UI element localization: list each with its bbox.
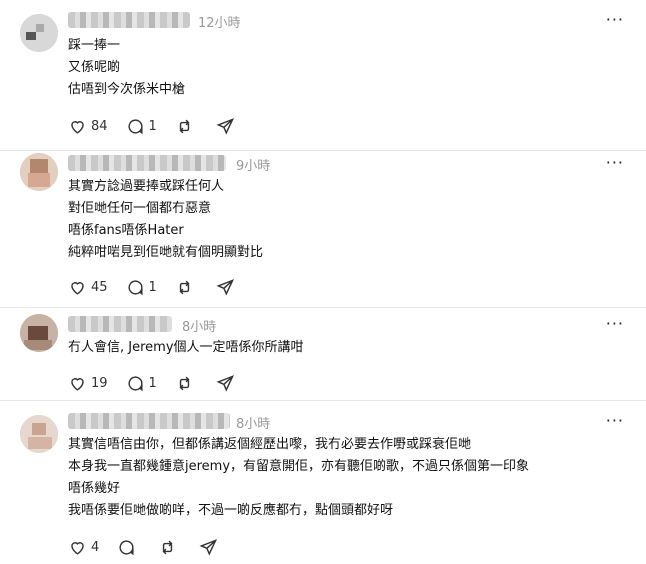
post-text-line: 對佢哋任何一個都冇惡意 [68,201,212,216]
heart-icon [71,377,84,391]
post-text-line: 估唔到今次係米中槍 [68,82,186,97]
reply-button[interactable]: 1 [126,117,157,136]
comment-icon [128,279,143,295]
post-actions: 19 1 [68,372,257,394]
post-text-line: 本身我一直都幾鍾意jeremy，有留意開佢，亦有聽佢啲歌，不過只係個第一印象 [68,459,530,474]
repost-icon [179,280,190,294]
username-redacted[interactable] [68,155,226,171]
like-count: 45 [91,279,108,295]
more-icon[interactable]: ··· [606,10,624,29]
post-actions: 45 1 [68,276,257,298]
post-text-line: 唔係幾好 [68,481,121,496]
post-2: 9小時 ··· 其實方諗過要捧或踩任何人 對佢哋任何一個都冇惡意 唔係fans唔… [0,151,646,307]
post-text-line: 唔係fans唔係Hater [68,223,184,238]
avatar[interactable] [20,153,58,191]
repost-button[interactable] [175,278,198,297]
reply-button[interactable] [117,538,140,557]
username-redacted[interactable] [68,413,230,429]
like-count: 84 [91,118,108,134]
heart-icon [71,120,84,134]
reply-button[interactable]: 1 [126,374,157,393]
heart-icon [71,281,84,295]
post-text-line: 其實方諗過要捧或踩任何人 [68,179,225,194]
like-count: 19 [91,375,108,391]
like-button[interactable]: 45 [68,278,108,297]
share-icon [216,278,234,296]
share-icon [216,117,234,135]
username-redacted[interactable] [68,12,190,28]
share-button[interactable] [216,117,239,136]
post-text-line: 冇人會信, Jeremy個人一定唔係你所講咁 [68,340,304,355]
share-icon [216,374,234,392]
comment-icon [128,118,143,134]
post-actions: 84 1 [68,115,257,137]
repost-button[interactable] [158,538,181,557]
repost-button[interactable] [175,374,198,393]
repost-icon [179,376,190,390]
reply-count: 1 [148,279,157,295]
like-button[interactable]: 4 [68,538,99,557]
username-redacted[interactable] [68,316,172,332]
avatar[interactable] [20,415,58,453]
post-1: 12小時 ··· 踩一捧一 又係呢啲 估唔到今次係米中槍 84 1 [0,0,646,150]
share-button[interactable] [199,538,222,557]
repost-icon [179,119,190,133]
more-icon[interactable]: ··· [606,314,624,333]
reply-count: 1 [148,375,157,391]
more-icon[interactable]: ··· [606,153,624,172]
more-icon[interactable]: ··· [606,411,624,430]
post-text-line: 踩一捧一 [68,38,121,53]
share-button[interactable] [216,278,239,297]
post-text-line: 其實信唔信由你，但都係講返個經歷出嚟，我冇必要去作嘢或踩衰佢哋 [68,437,472,452]
post-actions: 4 [68,536,240,558]
post-time: 12小時 [198,16,241,31]
comment-icon [128,375,143,391]
post-text-line: 我唔係要佢哋做啲咩，不過一啲反應都冇，點個頭都好呀 [68,503,394,518]
like-button[interactable]: 19 [68,374,108,393]
share-icon [199,538,218,556]
reply-count: 1 [148,118,157,134]
post-text-line: 又係呢啲 [68,60,121,75]
avatar[interactable] [20,314,58,352]
post-text-line: 純粹咁啱見到佢哋就有個明顯對比 [68,245,264,260]
post-time: 8小時 [182,320,217,335]
share-button[interactable] [216,374,239,393]
post-4: 8小時 ··· 其實信唔信由你，但都係講返個經歷出嚟，我冇必要去作嘢或踩衰佢哋 … [0,401,646,564]
repost-button[interactable] [175,117,198,136]
comment-icon [119,539,134,555]
post-time: 9小時 [236,159,271,174]
heart-icon [71,541,84,555]
like-button[interactable]: 84 [68,117,108,136]
like-count: 4 [91,539,100,555]
reply-button[interactable]: 1 [126,278,157,297]
avatar[interactable] [20,14,58,52]
post-3: 8小時 ··· 冇人會信, Jeremy個人一定唔係你所講咁 19 1 [0,308,646,400]
post-time: 8小時 [236,417,271,432]
repost-icon [162,540,173,554]
